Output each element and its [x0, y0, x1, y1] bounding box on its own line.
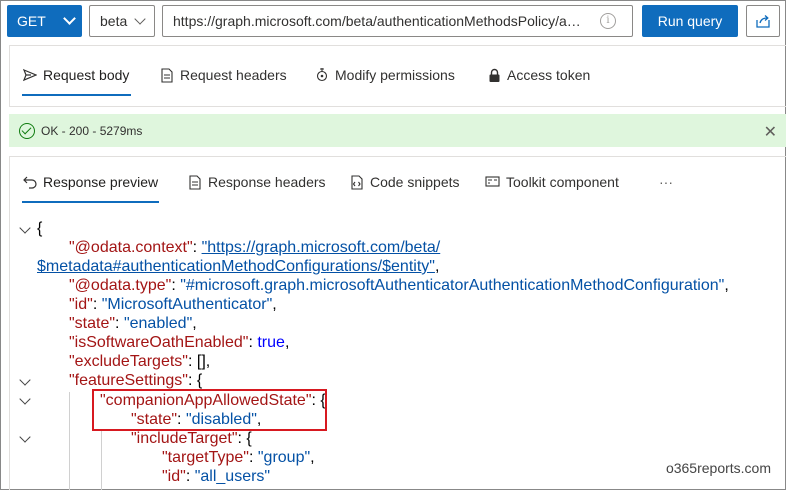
- lock-icon: [489, 68, 500, 82]
- json-line: {: [37, 220, 43, 237]
- tab-request-headers[interactable]: Request headers: [160, 65, 287, 85]
- indent-guide: [69, 392, 70, 490]
- json-line: "excludeTargets": [],: [69, 353, 211, 370]
- document-icon: [161, 67, 173, 83]
- chevron-down-icon: [63, 12, 76, 25]
- undo-icon: [23, 176, 37, 189]
- json-line: "id": "all_users": [162, 468, 271, 485]
- json-line: "@odata.type": "#microsoft.graph.microso…: [69, 277, 729, 294]
- close-icon[interactable]: ✕: [764, 122, 777, 142]
- active-tab-indicator: [22, 201, 159, 203]
- document-icon: [189, 174, 201, 190]
- http-method-dropdown[interactable]: GET: [7, 5, 82, 37]
- url-input[interactable]: https://graph.microsoft.com/beta/authent…: [162, 5, 633, 37]
- share-button[interactable]: [746, 5, 780, 37]
- tab-request-body[interactable]: Request body: [23, 65, 129, 85]
- json-line: $metadata#authenticationMethodConfigurat…: [37, 258, 440, 275]
- more-tabs-button[interactable]: ···: [659, 172, 673, 192]
- json-line: "featureSettings": {: [69, 372, 203, 389]
- run-query-button[interactable]: Run query: [642, 5, 738, 37]
- tab-label: Request body: [43, 67, 130, 83]
- tab-code-snippets[interactable]: Code snippets: [349, 172, 460, 192]
- tab-response-headers[interactable]: Response headers: [188, 172, 326, 192]
- tab-label: Access token: [507, 67, 591, 83]
- version-dropdown[interactable]: beta: [89, 5, 155, 37]
- status-bar: OK - 200 - 5279ms ✕: [9, 114, 786, 147]
- active-tab-indicator: [22, 94, 131, 96]
- tab-label: Modify permissions: [335, 67, 455, 83]
- tab-modify-permissions[interactable]: Modify permissions: [315, 65, 455, 85]
- tab-label: Code snippets: [370, 174, 460, 190]
- json-line: "targetType": "group",: [162, 449, 315, 466]
- tab-toolkit-component[interactable]: Toolkit component: [485, 172, 619, 192]
- http-method-label: GET: [17, 13, 46, 29]
- json-line: "isSoftwareOathEnabled": true,: [69, 334, 290, 351]
- code-snippet-icon: [351, 174, 363, 190]
- indent-guide: [101, 430, 102, 490]
- share-icon: [756, 15, 770, 28]
- toolkit-icon: [485, 176, 500, 187]
- tab-label: Toolkit component: [506, 174, 619, 190]
- json-line: "includeTarget": {: [131, 430, 252, 447]
- checkmark-circle-icon: [19, 122, 35, 139]
- url-text: https://graph.microsoft.com/beta/authent…: [173, 13, 583, 29]
- tab-label: Request headers: [180, 67, 287, 83]
- watermark: o365reports.com: [665, 460, 771, 476]
- version-label: beta: [100, 13, 128, 29]
- more-icon: ···: [659, 174, 673, 190]
- tab-label: Response headers: [208, 174, 326, 190]
- json-line: "state": "enabled",: [69, 315, 197, 332]
- tab-label: Response preview: [43, 174, 159, 190]
- status-text: OK - 200 - 5279ms: [41, 123, 143, 138]
- json-line: "id": "MicrosoftAuthenticator",: [69, 296, 277, 313]
- tab-response-preview[interactable]: Response preview: [23, 172, 158, 192]
- shield-key-icon: [316, 68, 328, 82]
- tab-access-token[interactable]: Access token: [488, 65, 590, 85]
- info-icon[interactable]: i: [600, 13, 616, 29]
- highlight-box: [92, 389, 327, 431]
- json-line: "@odata.context": "https://graph.microso…: [69, 239, 441, 256]
- chevron-down-icon: [134, 13, 146, 25]
- send-icon: [23, 68, 37, 82]
